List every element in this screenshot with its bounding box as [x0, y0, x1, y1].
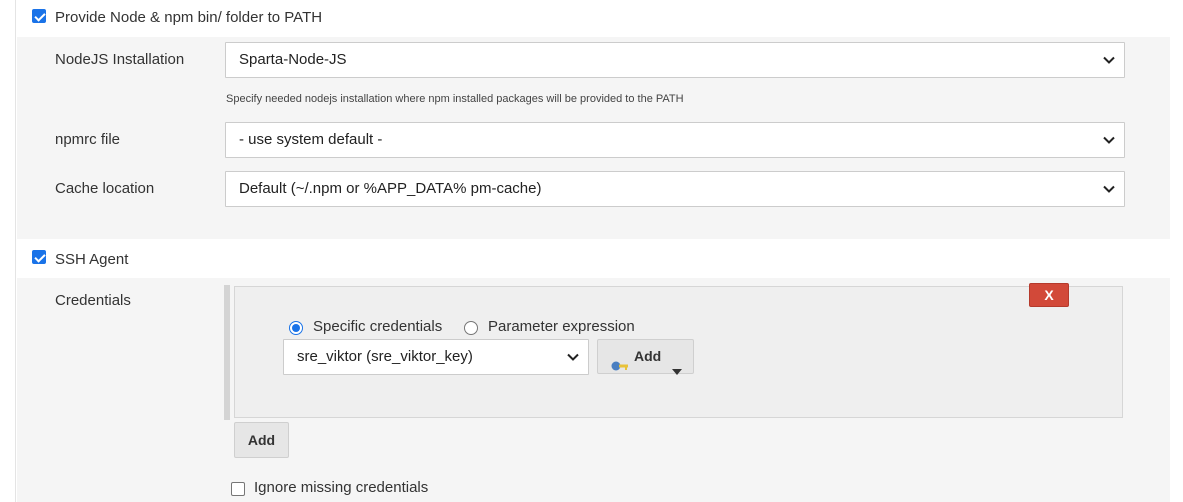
credentials-select[interactable]: sre_viktor (sre_viktor_key) — [283, 339, 589, 375]
credentials-select-value: sre_viktor (sre_viktor_key) — [297, 348, 473, 365]
cache-location-value: Default (~/.npm or %APP_DATA% pm-cache) — [239, 180, 542, 197]
nodejs-path-label: Provide Node & npm bin/ folder to PATH — [55, 9, 323, 26]
key-icon — [610, 351, 630, 371]
cache-location-label: Cache location — [55, 180, 155, 197]
nodejs-installation-select[interactable]: Sparta-Node-JS — [225, 42, 1125, 78]
nodejs-installation-hint: Specify needed nodejs installation where… — [226, 93, 684, 105]
specific-credentials-radio[interactable] — [289, 321, 303, 335]
nodejs-installation-label: NodeJS Installation — [55, 51, 185, 68]
parameter-expression-radio[interactable] — [464, 321, 478, 335]
caret-down-icon — [672, 354, 682, 387]
credentials-label: Credentials — [55, 292, 131, 309]
ssh-agent-label: SSH Agent — [55, 251, 129, 268]
nodejs-path-checkbox[interactable] — [32, 9, 46, 23]
nodejs-installation-value: Sparta-Node-JS — [239, 51, 347, 68]
add-credential-dropdown-button[interactable]: Add — [597, 339, 694, 375]
npmrc-label: npmrc file — [55, 131, 121, 148]
ignore-missing-label: Ignore missing credentials — [254, 479, 429, 496]
parameter-expression-label: Parameter expression — [488, 318, 635, 335]
specific-credentials-label: Specific credentials — [313, 318, 443, 335]
npmrc-value: - use system default - — [239, 131, 383, 148]
chevron-down-icon — [1102, 172, 1116, 206]
npmrc-select[interactable]: - use system default - — [225, 122, 1125, 158]
credentials-indent-bar — [224, 285, 230, 420]
add-credentials-button[interactable]: Add — [234, 422, 289, 458]
add-dropdown-label: Add — [634, 348, 662, 364]
delete-credential-button[interactable]: X — [1029, 283, 1069, 307]
chevron-down-icon — [1102, 123, 1116, 157]
chevron-down-icon — [566, 340, 580, 374]
ssh-agent-checkbox[interactable] — [32, 250, 46, 264]
chevron-down-icon — [1102, 43, 1116, 77]
left-border — [0, 0, 16, 502]
ignore-missing-checkbox[interactable] — [231, 482, 245, 496]
cache-location-select[interactable]: Default (~/.npm or %APP_DATA% pm-cache) — [225, 171, 1125, 207]
